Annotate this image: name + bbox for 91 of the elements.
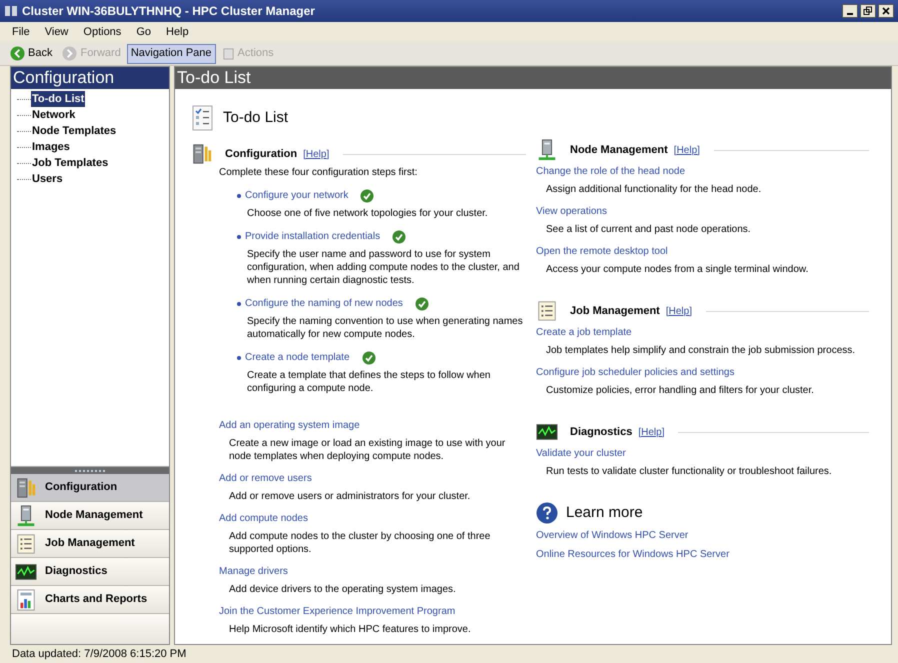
task-link[interactable]: Join the Customer Experience Improvement Program — [219, 605, 456, 618]
checklist-icon — [191, 105, 215, 131]
task-description: Add or remove users or administrators for your cluster. — [228, 490, 472, 503]
help-link[interactable]: [Help] — [674, 142, 700, 158]
task-description: Add compute nodes to the cluster by choosing one of three supported options. — [228, 530, 492, 556]
server-icon — [15, 504, 37, 526]
task-description: Run tests to validate cluster functionality or troubleshoot failures. — [545, 465, 833, 478]
toolbar-button[interactable]: Back — [6, 44, 56, 64]
check-icon — [414, 296, 429, 310]
task-link[interactable]: View operations — [536, 205, 607, 218]
help-icon — [536, 502, 558, 524]
step-description: Create a template that defines the steps to follow when configuring a compute node. — [246, 369, 492, 395]
task-description: Customize policies, error handling and filters for your cluster. — [545, 384, 815, 397]
check-icon — [392, 230, 406, 244]
section-title: Diagnostics — [570, 424, 632, 440]
menu-item[interactable]: View — [44, 24, 68, 40]
menu-item[interactable]: Options — [83, 24, 122, 40]
list-icon — [15, 532, 37, 554]
cluster-icon — [4, 4, 18, 18]
status-text: Data updated: 7/9/2008 6:15:20 PM — [12, 646, 186, 662]
content-header: To-do List — [175, 67, 891, 89]
task-description: Access your compute nodes from a single terminal window. — [545, 263, 810, 276]
menu-item[interactable]: File — [12, 24, 30, 40]
task-description: Add device drivers to the operating system images. — [228, 583, 457, 596]
step-description: Choose one of five network topologies for your cluster. — [246, 207, 489, 220]
step-link[interactable]: Provide installation credentials — [245, 229, 380, 244]
splitter-grip[interactable] — [11, 467, 169, 474]
task-link[interactable]: Change the role of the head node — [536, 165, 686, 178]
task-description: Help Microsoft identify which HPC features to improve. — [228, 623, 472, 636]
bullet-icon — [237, 234, 241, 238]
task-link[interactable]: Validate your cluster — [536, 447, 626, 460]
intro-text: Complete these four configuration steps first: — [219, 166, 418, 180]
pane-header: Configuration — [11, 67, 169, 89]
close-button[interactable] — [878, 4, 894, 18]
step-link[interactable]: Configure the naming of new nodes — [245, 296, 403, 311]
task-link[interactable]: Manage drivers — [219, 565, 288, 578]
help-link[interactable]: [Help] — [666, 304, 692, 318]
bullet-icon — [237, 194, 241, 198]
server-tools-icon — [191, 143, 213, 165]
task-link[interactable]: Configure job scheduler policies and settings — [536, 366, 734, 379]
task-description: Job templates help simplify and constrain the job submission process. — [545, 344, 856, 357]
bullet-icon — [237, 302, 241, 306]
nav-section-button[interactable]: Configuration — [11, 474, 169, 502]
close-icon — [881, 6, 891, 16]
nav-section-button[interactable]: Node Management — [11, 502, 169, 530]
task-description: Create a new image or load an existing image to use with your node templates when deploying compute nodes. — [228, 437, 506, 463]
chart-icon — [15, 588, 37, 610]
minimize-button[interactable] — [842, 4, 858, 18]
restore-button[interactable] — [860, 4, 876, 18]
help-link[interactable]: [Help] — [638, 424, 664, 440]
task-link[interactable]: Add an operating system image — [219, 419, 360, 432]
task-description: See a list of current and past node operations. — [545, 223, 752, 236]
task-link[interactable]: Create a job template — [536, 326, 632, 339]
menu-item[interactable]: Go — [136, 24, 151, 40]
nav-section-button[interactable]: Job Management — [11, 530, 169, 558]
step-description: Specify the user name and password to use for system configuration, when adding compute nodes to the cluster, and when running certain diagnostic tests. — [246, 248, 520, 287]
step-link[interactable]: Create a node template — [245, 350, 350, 365]
section-title: Job Management — [570, 304, 660, 319]
learn-more-link[interactable]: Online Resources for Windows HPC Server — [536, 548, 730, 560]
tree-item[interactable]: Users — [31, 170, 64, 188]
tree-item[interactable]: To-do List — [31, 90, 86, 108]
task-description: Assign additional functionality for the head node. — [545, 183, 762, 196]
tree-item[interactable]: Images — [31, 138, 71, 156]
server-tools-icon — [15, 476, 37, 498]
learn-more-link[interactable]: Overview of Windows HPC Server — [536, 528, 688, 542]
page-title: To-do List — [223, 108, 288, 128]
step-link[interactable]: Configure your network — [245, 188, 348, 203]
window-title: Cluster WIN-36BULYTHNHQ - HPC Cluster Manager — [22, 3, 316, 20]
menu-item[interactable]: Help — [166, 24, 189, 40]
step-description: Specify the naming convention to use when generating names automatically for new compute nodes. — [246, 315, 524, 341]
toolbar-button[interactable]: Navigation Pane — [126, 44, 216, 64]
task-link[interactable]: Open the remote desktop tool — [536, 245, 668, 258]
task-link[interactable]: Add or remove users — [219, 472, 312, 485]
nav-section-button[interactable]: Diagnostics — [11, 558, 169, 586]
check-icon — [360, 188, 374, 202]
bullet-icon — [237, 356, 241, 360]
help-link[interactable]: [Help] — [303, 146, 330, 162]
task-link[interactable]: Add compute nodes — [219, 512, 308, 525]
nav-section-button[interactable]: Charts and Reports — [11, 586, 169, 614]
check-icon — [362, 350, 376, 364]
list-icon — [536, 300, 558, 322]
tree-item[interactable]: Node Templates — [31, 122, 118, 140]
server-icon — [536, 139, 558, 161]
monitor-icon — [536, 421, 558, 443]
learn-more-title: Learn more — [566, 503, 643, 523]
section-title: Node Management — [570, 142, 668, 158]
restore-icon — [863, 6, 873, 16]
tree-item[interactable]: Job Templates — [31, 154, 110, 172]
minimize-icon — [847, 13, 853, 15]
section-title: Configuration — [225, 146, 298, 162]
tree-item[interactable]: Network — [31, 106, 76, 124]
